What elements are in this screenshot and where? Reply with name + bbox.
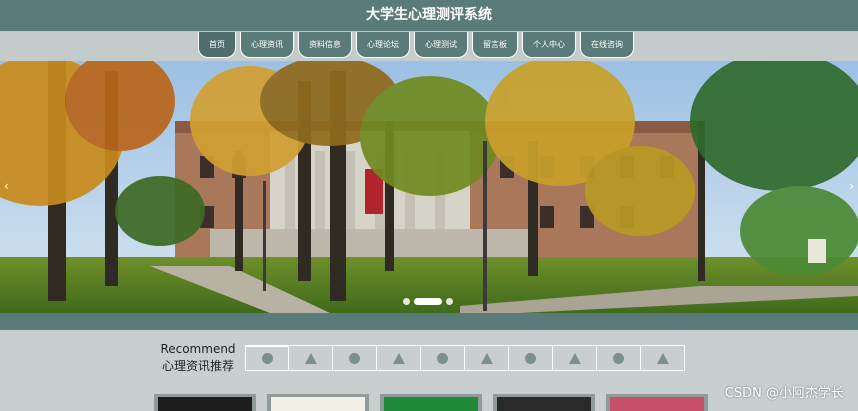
recommend-tab[interactable]	[597, 345, 641, 371]
thumbnail-image	[271, 397, 365, 411]
recommend-tab[interactable]	[377, 345, 421, 371]
section-divider	[0, 313, 858, 330]
chevron-left-icon[interactable]: ‹	[4, 179, 9, 193]
nav-tab[interactable]: 资料信息	[298, 32, 352, 58]
triangle-icon	[568, 352, 581, 364]
circle-icon	[349, 352, 360, 364]
triangle-icon	[480, 352, 493, 364]
recommend-tab[interactable]	[641, 345, 685, 371]
site-title: 大学生心理测评系统	[366, 7, 492, 23]
nav-tab[interactable]: 个人中心	[522, 32, 576, 58]
nav-tab[interactable]: 在线咨询	[580, 32, 634, 58]
circle-icon	[261, 353, 273, 364]
recommend-tab[interactable]	[421, 345, 465, 371]
recommend-tab[interactable]	[289, 345, 333, 371]
nav-tab[interactable]: 心理测试	[414, 32, 468, 58]
thumbnail-card[interactable]	[380, 394, 482, 411]
site-header: 大学生心理测评系统	[0, 0, 858, 31]
carousel-dot[interactable]	[403, 298, 410, 305]
watermark: CSDN @小阿杰学长	[724, 386, 844, 401]
circle-icon	[437, 352, 448, 364]
recommend-tab[interactable]	[465, 345, 509, 371]
chevron-right-icon[interactable]: ›	[849, 179, 854, 193]
carousel-dot[interactable]	[414, 298, 442, 305]
thumbnail-image	[158, 397, 252, 411]
recommend-tab[interactable]	[553, 345, 597, 371]
thumbnail-card[interactable]	[606, 394, 708, 411]
thumbnail-card[interactable]	[267, 394, 369, 411]
thumbnail-image	[384, 397, 478, 411]
carousel-indicators	[403, 298, 453, 305]
recommend-tab[interactable]	[245, 345, 289, 371]
recommend-tab[interactable]	[509, 345, 553, 371]
nav-tab[interactable]: 心理论坛	[356, 32, 410, 58]
main-nav: 首页 心理资讯 资料信息 心理论坛 心理测试 留言板 个人中心 在线咨询	[0, 31, 858, 61]
circle-icon	[613, 352, 624, 364]
thumbnail-image	[497, 397, 591, 411]
recommend-tab[interactable]	[333, 345, 377, 371]
nav-tab[interactable]: 留言板	[472, 32, 518, 58]
thumbnail-card[interactable]	[493, 394, 595, 411]
nav-tab[interactable]: 心理资讯	[240, 32, 294, 58]
recommend-tabs	[245, 345, 685, 371]
hero-carousel: ‹ ›	[0, 61, 858, 313]
nav-tab[interactable]: 首页	[198, 32, 236, 58]
triangle-icon	[392, 352, 405, 364]
thumbnail-image	[610, 397, 704, 411]
triangle-icon	[656, 352, 669, 364]
recommend-thumbnails	[154, 394, 708, 411]
carousel-dot[interactable]	[446, 298, 453, 305]
circle-icon	[525, 352, 536, 364]
recommend-heading: Recommend 心理资讯推荐	[158, 342, 238, 374]
thumbnail-card[interactable]	[154, 394, 256, 411]
triangle-icon	[304, 352, 317, 364]
recommend-title-en: Recommend	[160, 342, 236, 356]
recommend-title-zh: 心理资讯推荐	[161, 359, 234, 373]
campus-autumn-photo	[0, 61, 858, 313]
